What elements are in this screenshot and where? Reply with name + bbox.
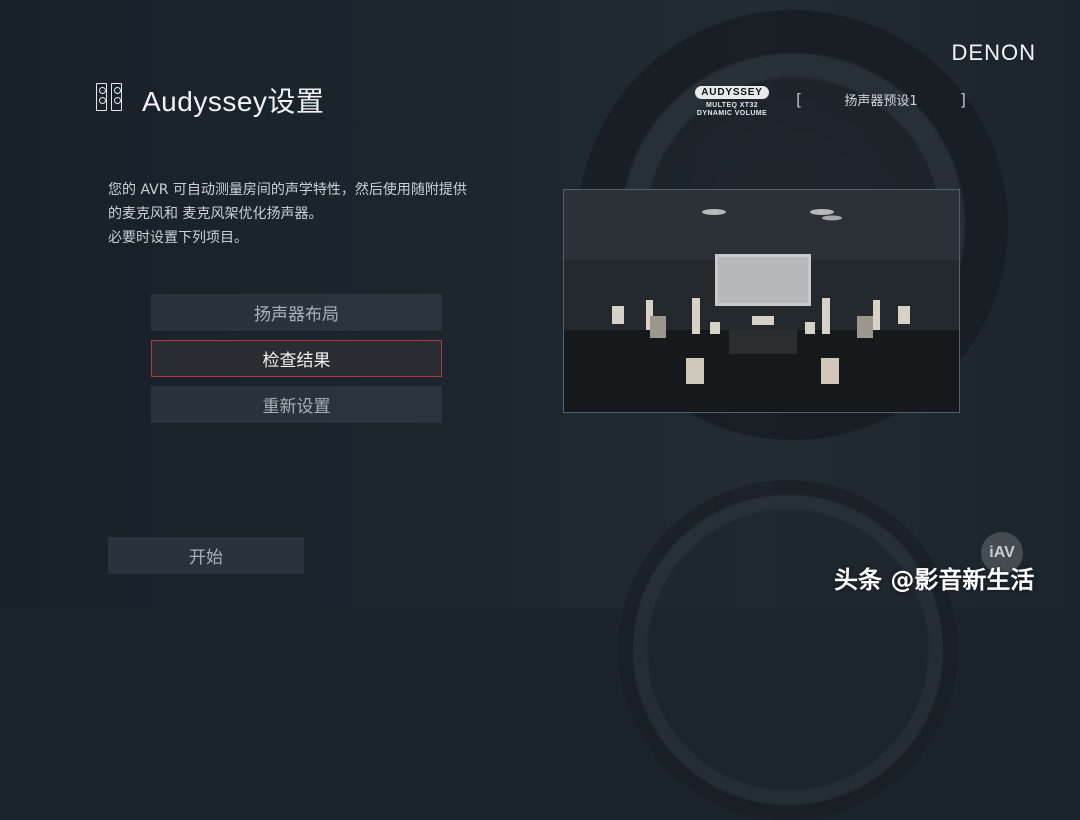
page-title: Audyssey设置 (142, 86, 325, 117)
page-header: Audyssey设置 (96, 80, 324, 120)
home-theater-illustration (563, 189, 960, 413)
menu-item-speaker-layout[interactable]: 扬声器布局 (151, 294, 442, 331)
brand-logo: DENON (951, 40, 1036, 65)
home-theater-scene (564, 190, 959, 412)
bracket-right: ] (959, 89, 966, 109)
menu-item-reset[interactable]: 重新设置 (151, 386, 442, 423)
start-button[interactable]: 开始 (108, 537, 304, 574)
description-text: 您的 AVR 可自动测量房间的声学特性，然后使用随附提供 的麦克风和 麦克风架优… (108, 182, 467, 246)
speaker-preset-indicator: [ 扬声器预设1 ] (796, 88, 966, 110)
preset-label: 扬声器预设1 (844, 93, 918, 109)
speaker-pair-icon (96, 83, 124, 117)
watermark-text: 头条 @影音新生活 (834, 566, 1035, 594)
menu-item-check-results[interactable]: 检查结果 (151, 340, 442, 377)
bracket-left: [ (796, 89, 803, 109)
background-speaker-woofer-lower (618, 480, 958, 820)
setup-menu: 扬声器布局 检查结果 重新设置 (151, 294, 442, 432)
audyssey-logo: AUDYSSEY MULTEQ XT32 DYNAMIC VOLUME (695, 86, 769, 117)
